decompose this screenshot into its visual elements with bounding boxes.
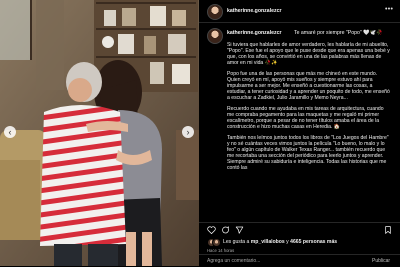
caption-block: katherinne.gonzalezcr Te amaré por siemp…: [199, 24, 400, 220]
post-photo[interactable]: ‹ ›: [0, 0, 199, 266]
caption-paragraph: Recuerdo cuando me ayudaba en mis tareas…: [227, 106, 384, 131]
caption-username[interactable]: katherinne.gonzalezcr: [227, 30, 281, 36]
comment-icon[interactable]: [221, 226, 230, 234]
caption-title: Te amaré por siempre "Popo" 🤍🕊️🥀: [294, 30, 383, 36]
bookmark-icon[interactable]: [384, 226, 392, 234]
caption-avatar[interactable]: [207, 28, 223, 44]
likes-text: Les gusta a mp_villalobos y 4665 persona…: [223, 239, 337, 245]
photo-illustration: [0, 0, 199, 266]
caption-body: Si tuviera que hablarles de amor verdade…: [227, 42, 390, 176]
liker-username[interactable]: mp_villalobos: [251, 239, 285, 245]
comment-input[interactable]: [207, 258, 357, 264]
likes-count[interactable]: 4665 personas más: [290, 239, 337, 245]
post-header: katherinne.gonzalezcr •••: [199, 0, 400, 23]
avatar: [212, 238, 221, 247]
heart-icon[interactable]: [207, 226, 216, 234]
comment-bar: Publicar: [199, 254, 400, 267]
likes-summary[interactable]: Les gusta a mp_villalobos y 4665 persona…: [207, 238, 397, 248]
post-time: Hace 14 horas: [207, 248, 235, 253]
header-username[interactable]: katherinne.gonzalezcr: [227, 8, 281, 14]
share-icon[interactable]: [235, 226, 244, 234]
caption-paragraph: Popo fue una de las personas que más me …: [227, 70, 390, 102]
caption-paragraph: Si tuviera que hablarles de amor verdade…: [227, 42, 390, 67]
action-bar: [199, 222, 400, 237]
chevron-right-icon[interactable]: ›: [182, 126, 194, 138]
avatar[interactable]: [207, 4, 223, 20]
post-panel: katherinne.gonzalezcr ••• katherinne.gon…: [199, 0, 400, 266]
publish-button[interactable]: Publicar: [372, 258, 390, 264]
likes-prefix: Les gusta a: [223, 239, 251, 245]
chevron-left-icon[interactable]: ‹: [4, 126, 16, 138]
more-dots-icon[interactable]: •••: [385, 6, 393, 13]
caption-paragraph: También nos leímos juntos todos los libr…: [227, 135, 389, 172]
